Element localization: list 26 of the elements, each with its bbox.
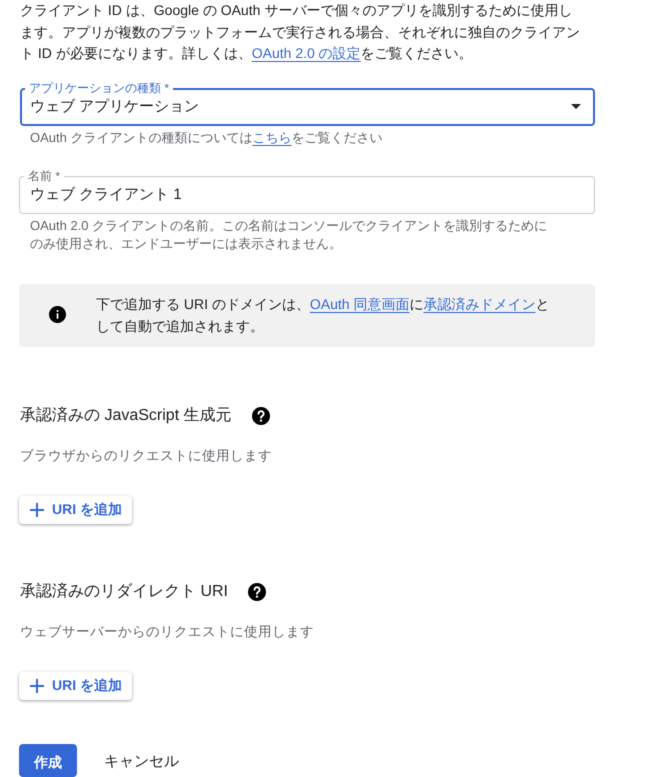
text-link[interactable]: こちら xyxy=(252,130,292,144)
add-uri-button[interactable]: URI を追加 xyxy=(19,496,132,524)
helper-text: OAuth クライアントの種類についてはこちら をご覧ください xyxy=(29,128,384,146)
helper-text: OAuth 2.0 クライアントの名前。この名前はコンソールでクライアントを識別するためにのみ使用され、エンドユーザーには表示されません。 xyxy=(29,216,548,252)
name-field[interactable]: 名前 * ウェブ クライアント 1 xyxy=(19,168,595,214)
submit-button[interactable]: 作成 xyxy=(19,744,77,776)
section-description: ウェブサーバーからのリクエストに使用します xyxy=(20,622,315,640)
text-link[interactable]: OAuth 同意画面 xyxy=(310,296,410,312)
floating-label: 名前 * xyxy=(24,168,64,182)
section-title: 承認済みのリダイレクト URI xyxy=(20,582,228,602)
plus-icon xyxy=(30,502,44,516)
text-link[interactable]: 承認済みドメイン xyxy=(423,296,536,312)
intro-text: クライアント ID は、Google の OAuth サーバーで個々のアプリを識別するために使用します。アプリが複数のプラットフォームで実行される場合、それぞれに独自のクライアント ID が必要になります。詳しくは、OAuth 2.0 の設定をご覧ください。 xyxy=(20,1,581,63)
type-dropdown[interactable]: アプリケーションの種類 * ウェブ アプリケーション xyxy=(20,80,595,126)
notice-text: 下で追加する URI のドメインは、OAuth 同意画面に承認済みドメイン として自動で追加されます。 xyxy=(96,294,550,336)
text-link[interactable]: OAuth 2.0 の設定 xyxy=(252,45,361,61)
info-icon xyxy=(49,306,66,323)
section-description: ブラウザからのリクエストに使用します xyxy=(20,446,273,464)
section-title: 承認済みの JavaScript 生成元 xyxy=(20,406,232,426)
plus-icon xyxy=(30,678,44,692)
caret-icon xyxy=(571,104,581,109)
floating-label: アプリケーションの種類 * xyxy=(25,80,174,94)
add-uri-button[interactable]: URI を追加 xyxy=(19,672,132,700)
cancel-button[interactable]: キャンセル xyxy=(89,744,194,776)
help-icon[interactable] xyxy=(248,582,266,600)
help-icon[interactable] xyxy=(252,406,270,424)
